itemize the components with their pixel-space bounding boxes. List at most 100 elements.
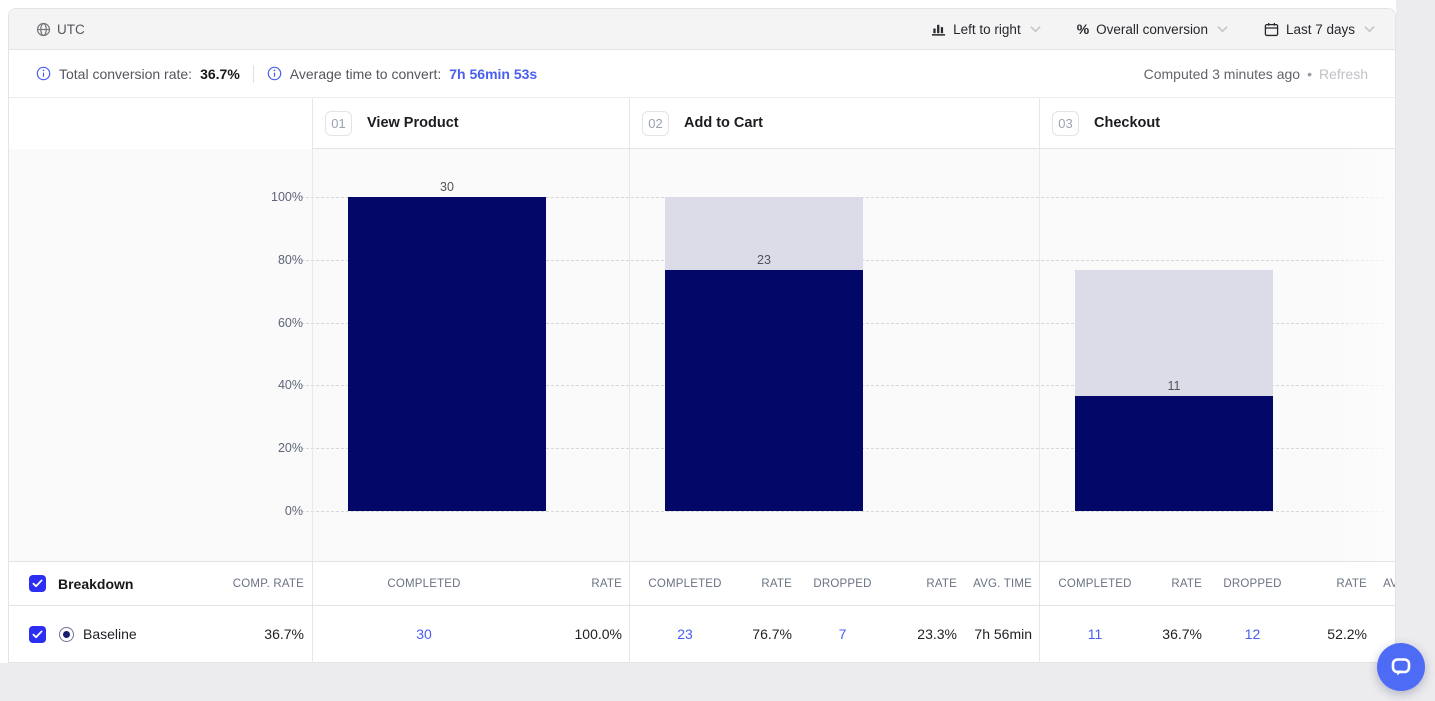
stat-completed[interactable]: 11 xyxy=(1040,626,1150,642)
step-table-values-02: 2376.7%723.3%7h 56min xyxy=(629,606,1039,662)
chevron-down-icon xyxy=(1030,25,1041,33)
col-header: DROPPED xyxy=(800,578,885,590)
funnel-step-column-02: 23 xyxy=(629,149,1039,561)
stat-completed[interactable]: 30 xyxy=(313,626,535,642)
funnel-step-column-01: 30 xyxy=(312,149,629,561)
metric-dropdown[interactable]: % Overall conversion xyxy=(1077,21,1228,37)
col-header: COMPLETED xyxy=(630,578,740,590)
col-header: RATE xyxy=(535,578,630,590)
step-table-headers-01: COMPLETEDRATE xyxy=(312,562,629,605)
summary-stats: Total conversion rate: 36.7% Average tim… xyxy=(36,65,537,83)
chevron-down-icon xyxy=(1364,25,1375,33)
computed-status: Computed 3 minutes ago • Refresh xyxy=(1144,66,1368,82)
avg-time-value[interactable]: 7h 56min 53s xyxy=(449,66,537,82)
stat-rate: 76.7% xyxy=(740,626,800,642)
stat-dropped[interactable]: 7 xyxy=(800,626,885,642)
breakdown-header-cell: Breakdown COMP. RATE xyxy=(9,562,312,605)
bar-value-label: 11 xyxy=(1075,376,1273,396)
y-axis-tick: 20% xyxy=(278,441,303,455)
stat-dropped_rate: 23.3% xyxy=(885,626,965,642)
metric-label: Overall conversion xyxy=(1096,22,1208,37)
chat-bubble-icon xyxy=(1388,654,1414,680)
col-header: RATE xyxy=(1295,578,1375,590)
stat-completed[interactable]: 23 xyxy=(630,626,740,642)
info-icon[interactable] xyxy=(267,66,282,81)
step-table-headers-03: COMPLETEDRATEDROPPEDRATEAVG. TIME xyxy=(1039,562,1395,605)
chat-launcher-button[interactable] xyxy=(1377,643,1425,691)
step-header-01[interactable]: 01 View Product xyxy=(312,98,629,149)
series-color-indicator xyxy=(59,627,74,642)
step-number: 01 xyxy=(325,111,352,136)
steps-header-row: 01 View Product 02 Add to Cart 03Checkout xyxy=(9,98,1395,149)
col-header: COMPLETED xyxy=(313,578,535,590)
baseline-checkbox[interactable] xyxy=(29,626,46,643)
funnel-step-column-03: 11 xyxy=(1039,149,1395,561)
stat-rate: 100.0% xyxy=(535,626,630,642)
globe-icon xyxy=(36,22,51,37)
avg-time-label: Average time to convert: xyxy=(290,66,441,82)
date-range-label: Last 7 days xyxy=(1286,22,1355,37)
funnel-viewport: 01 View Product 02 Add to Cart 03Checkout 10… xyxy=(9,98,1395,662)
bullet-separator: • xyxy=(1307,66,1312,82)
col-header: AVG. TIME xyxy=(965,578,1040,590)
y-axis-tick: 0% xyxy=(285,504,303,518)
stat-dropped_rate: 52.2% xyxy=(1295,626,1375,642)
col-header: RATE xyxy=(885,578,965,590)
breakdown-checkbox[interactable] xyxy=(29,575,46,592)
y-axis-tick: 80% xyxy=(278,253,303,267)
step-table-values-03: 1136.7%1252.2% xyxy=(1039,606,1395,662)
layout-direction-dropdown[interactable]: Left to right xyxy=(931,22,1041,37)
funnel-chart: 100%80%60%40%20%0% 302311 xyxy=(9,149,1395,561)
timezone-label: UTC xyxy=(57,22,85,37)
y-axis: 100%80%60%40%20%0% xyxy=(9,149,312,561)
funnel-toolbar: UTC Left to right % Overall conversion L… xyxy=(9,9,1395,50)
baseline-row: Baseline 36.7% 30100.0%2376.7%723.3%7h 5… xyxy=(9,606,1395,662)
col-header: RATE xyxy=(740,578,800,590)
bar-value-label: 30 xyxy=(348,177,546,197)
info-icon[interactable] xyxy=(36,66,51,81)
stat-dropped[interactable]: 12 xyxy=(1210,626,1295,642)
refresh-button[interactable]: Refresh xyxy=(1319,66,1368,82)
comp-rate-header: COMP. RATE xyxy=(233,578,312,590)
stat-avg_time: 7h 56min xyxy=(965,626,1040,642)
percent-icon: % xyxy=(1077,21,1089,37)
bar-value-label: 23 xyxy=(665,250,863,270)
col-header: RATE xyxy=(1150,578,1210,590)
baseline-name: Baseline xyxy=(83,626,137,642)
step-header-02[interactable]: 02 Add to Cart xyxy=(629,98,1039,149)
date-range-dropdown[interactable]: Last 7 days xyxy=(1264,22,1375,37)
step-header-03[interactable]: 03Checkout xyxy=(1039,98,1395,149)
step-table-headers-02: COMPLETEDRATEDROPPEDRATEAVG. TIME xyxy=(629,562,1039,605)
toolbar-controls: Left to right % Overall conversion Last … xyxy=(895,21,1375,37)
timezone-selector[interactable]: UTC xyxy=(36,22,85,37)
breakdown-label: Breakdown xyxy=(58,576,133,592)
step-number: 02 xyxy=(642,111,669,136)
check-icon xyxy=(32,630,43,639)
step-name: Add to Cart xyxy=(684,115,763,131)
summary-bar: Total conversion rate: 36.7% Average tim… xyxy=(9,50,1395,98)
completed-bar[interactable] xyxy=(665,270,863,511)
funnel-canvas: 01 View Product 02 Add to Cart 03Checkout 10… xyxy=(9,98,1395,662)
col-header: DROPPED xyxy=(1210,578,1295,590)
calendar-icon xyxy=(1264,22,1279,37)
chevron-down-icon xyxy=(1217,25,1228,33)
y-axis-tick: 60% xyxy=(278,316,303,330)
funnel-panel: UTC Left to right % Overall conversion L… xyxy=(8,8,1396,663)
total-conversion-stat: Total conversion rate: 36.7% xyxy=(36,66,240,82)
col-header: AVG. TIME xyxy=(1375,578,1395,590)
avg-time-stat: Average time to convert: 7h 56min 53s xyxy=(267,66,537,82)
stat-rate: 36.7% xyxy=(1150,626,1210,642)
computed-text: Computed 3 minutes ago xyxy=(1144,66,1300,82)
completed-bar[interactable] xyxy=(348,197,546,511)
y-axis-tick: 100% xyxy=(271,190,303,204)
divider xyxy=(253,65,254,83)
step-name: View Product xyxy=(367,115,459,131)
bar-chart-icon xyxy=(931,22,946,36)
col-header: COMPLETED xyxy=(1040,578,1150,590)
completed-bar[interactable] xyxy=(1075,396,1273,511)
check-icon xyxy=(32,579,43,588)
baseline-breakdown-cell: Baseline 36.7% xyxy=(9,606,312,662)
step-table-values-01: 30100.0% xyxy=(312,606,629,662)
baseline-comp-rate: 36.7% xyxy=(264,626,312,642)
total-conversion-label: Total conversion rate: xyxy=(59,66,192,82)
